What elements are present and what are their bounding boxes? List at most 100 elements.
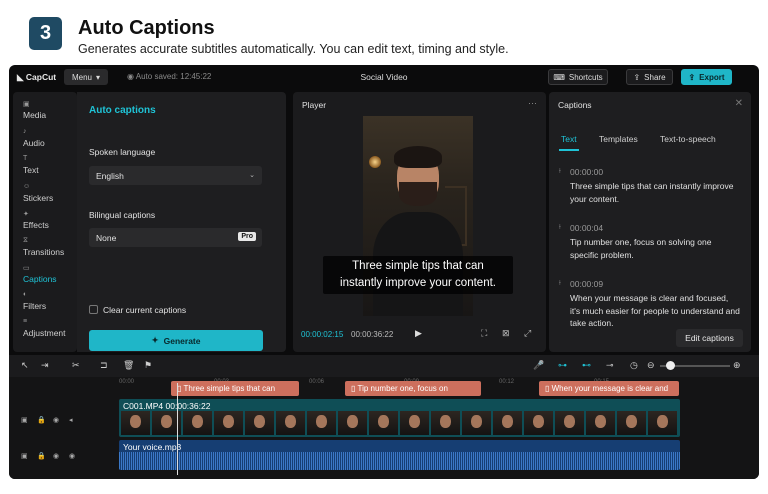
- zoom-out-icon[interactable]: ⊖: [647, 360, 655, 371]
- tutorial-title: Auto Captions: [78, 17, 215, 39]
- transitions-icon: ⧖: [23, 237, 28, 244]
- person-beard: [399, 182, 437, 206]
- tab-text[interactable]: Text: [561, 134, 577, 144]
- share-icon: ⇪: [633, 72, 641, 82]
- timeline-toolbar: ↖ ⇥ ✂ ⊐ 🗑 ⚑ 🎤 ⊶ ⊷ ⊸ ◷ ⊖ ⊕: [9, 355, 759, 377]
- spoken-language-select[interactable]: English ⌄: [89, 166, 262, 185]
- background-lamp: [369, 156, 381, 168]
- trim-icon[interactable]: ⊐: [100, 360, 108, 371]
- video-thumbnail: [214, 411, 243, 435]
- video-thumbnail: [555, 411, 584, 435]
- video-thumbnail: [121, 411, 150, 435]
- clear-captions-label: Clear current captions: [103, 305, 187, 315]
- adjustment-icon: ≡: [23, 318, 28, 325]
- tutorial-header: 3 Auto Captions Generates accurate subti…: [0, 0, 768, 64]
- fullscreen-icon[interactable]: ⤢: [524, 328, 531, 339]
- eye-icon[interactable]: ◉: [53, 416, 59, 424]
- sidebar-item-audio[interactable]: ♪ Audio: [13, 128, 77, 154]
- marker-icon[interactable]: ⚑: [144, 360, 152, 371]
- sidebar-item-filters[interactable]: ◐ Filters: [13, 291, 77, 317]
- current-timecode: 00:00:02:15: [301, 330, 344, 339]
- edit-captions-button[interactable]: Edit captions: [676, 329, 743, 347]
- share-button[interactable]: ⇪ Share: [626, 69, 673, 85]
- sidebar-item-media[interactable]: ▣ Media: [13, 100, 77, 126]
- more-options-icon[interactable]: ⋯: [528, 98, 537, 109]
- lock-icon[interactable]: 🔒: [37, 452, 46, 460]
- tab-templates[interactable]: Templates: [599, 134, 638, 144]
- microphone-icon[interactable]: 🎤: [533, 360, 544, 371]
- redo-icon[interactable]: ⇥: [41, 360, 49, 371]
- shortcuts-button[interactable]: ⌨ Shortcuts: [548, 69, 608, 85]
- play-icon[interactable]: ▶: [415, 328, 422, 339]
- spoken-language-label: Spoken language: [89, 147, 156, 157]
- sidebar-item-text[interactable]: T Text: [13, 155, 77, 181]
- stickers-icon: ☺: [23, 183, 31, 190]
- caption-text[interactable]: Three simple tips that can instantly imp…: [570, 180, 740, 205]
- caption-marker-icon: ⟊: [559, 168, 561, 175]
- split-icon[interactable]: ✂: [72, 360, 80, 371]
- preview-icon[interactable]: ◷: [630, 360, 638, 371]
- export-button[interactable]: ⇪ Export: [681, 69, 732, 85]
- video-track-clip[interactable]: C001.MP4 00:00:36:22: [119, 399, 680, 437]
- track-cover-icon[interactable]: ▣: [21, 452, 28, 460]
- filters-icon: ◐: [23, 291, 28, 298]
- video-thumbnail: [245, 411, 274, 435]
- caption-clip[interactable]: ▯ When your message is clear and: [539, 381, 679, 396]
- track-cover-icon[interactable]: ▣: [21, 416, 28, 424]
- export-icon: ⇪: [688, 72, 696, 82]
- zoom-slider-handle[interactable]: [666, 361, 675, 370]
- ratio-icon[interactable]: ⊠: [502, 328, 510, 339]
- audio-mute-icon[interactable]: ◂: [69, 416, 73, 424]
- generate-button[interactable]: ✦ Generate: [89, 330, 263, 351]
- caption-time: 00:00:09: [570, 279, 604, 289]
- caption-marker-icon: ⟊: [559, 280, 561, 287]
- caption-text[interactable]: Tip number one, focus on solving one spe…: [570, 236, 740, 261]
- audio-track-clip[interactable]: Your voice.mp3: [119, 440, 680, 470]
- ruler-tick: 00:06: [309, 379, 325, 385]
- video-thumbnail: [524, 411, 553, 435]
- player-title: Player: [302, 100, 327, 110]
- audio-clip-label: Your voice.mp3: [123, 442, 182, 452]
- effects-icon: ✦: [23, 211, 29, 218]
- ruler-tick: 00:12: [499, 379, 515, 385]
- keyboard-icon: ⌨: [553, 72, 565, 82]
- select-cursor-icon[interactable]: ↖: [21, 360, 29, 371]
- sidebar-item-transitions[interactable]: ⧖ Transitions: [13, 237, 77, 263]
- sidebar-item-adjustment[interactable]: ≡ Adjustment: [13, 318, 77, 344]
- audio-mute-icon[interactable]: ◉: [69, 452, 75, 460]
- step-number-badge: 3: [29, 17, 62, 50]
- snap-icon[interactable]: ⊸: [606, 360, 614, 371]
- eye-icon[interactable]: ◉: [53, 452, 59, 460]
- lock-icon[interactable]: 🔒: [37, 416, 46, 424]
- chevron-down-icon: ⌄: [249, 172, 255, 179]
- pro-badge: Pro: [238, 232, 256, 241]
- zoom-fit-icon[interactable]: ⊕: [733, 360, 741, 371]
- tutorial-subtitle: Generates accurate subtitles automatical…: [78, 42, 509, 56]
- caption-text[interactable]: When your message is clear and focused, …: [570, 292, 740, 330]
- crop-icon[interactable]: ⛶: [481, 328, 487, 339]
- video-clip-label: C001.MP4 00:00:36:22: [123, 401, 211, 411]
- bilingual-captions-select[interactable]: None Pro: [89, 228, 262, 247]
- sparkle-icon: ✦: [151, 335, 159, 345]
- audio-icon: ♪: [23, 128, 27, 135]
- timeline-playhead[interactable]: [177, 383, 178, 475]
- total-timecode: 00:00:36:22: [351, 330, 394, 339]
- caption-clip-icon: ▯: [545, 384, 552, 393]
- video-thumbnail: [307, 411, 336, 435]
- caption-clip[interactable]: ▯ Three simple tips that can: [171, 381, 299, 396]
- caption-time: 00:00:00: [570, 167, 604, 177]
- clear-captions-checkbox[interactable]: [89, 305, 98, 314]
- subtitle-overlay[interactable]: Three simple tips that can instantly imp…: [323, 256, 513, 294]
- close-icon[interactable]: ✕: [735, 98, 743, 109]
- sidebar-item-effects[interactable]: ✦ Effects: [13, 210, 77, 236]
- captions-icon: ▭: [23, 265, 30, 272]
- video-thumbnail: [462, 411, 491, 435]
- caption-clip[interactable]: ▯ Tip number one, focus on: [345, 381, 481, 396]
- video-thumbnail: [617, 411, 646, 435]
- link-icon[interactable]: ⊶: [558, 360, 567, 371]
- sidebar-item-captions[interactable]: ▭ Captions: [13, 264, 77, 290]
- sidebar-item-stickers[interactable]: ☺ Stickers: [13, 183, 77, 209]
- tab-text-to-speech[interactable]: Text-to-speech: [660, 134, 716, 144]
- magnet-icon[interactable]: ⊷: [582, 360, 591, 371]
- delete-icon[interactable]: 🗑: [123, 360, 134, 371]
